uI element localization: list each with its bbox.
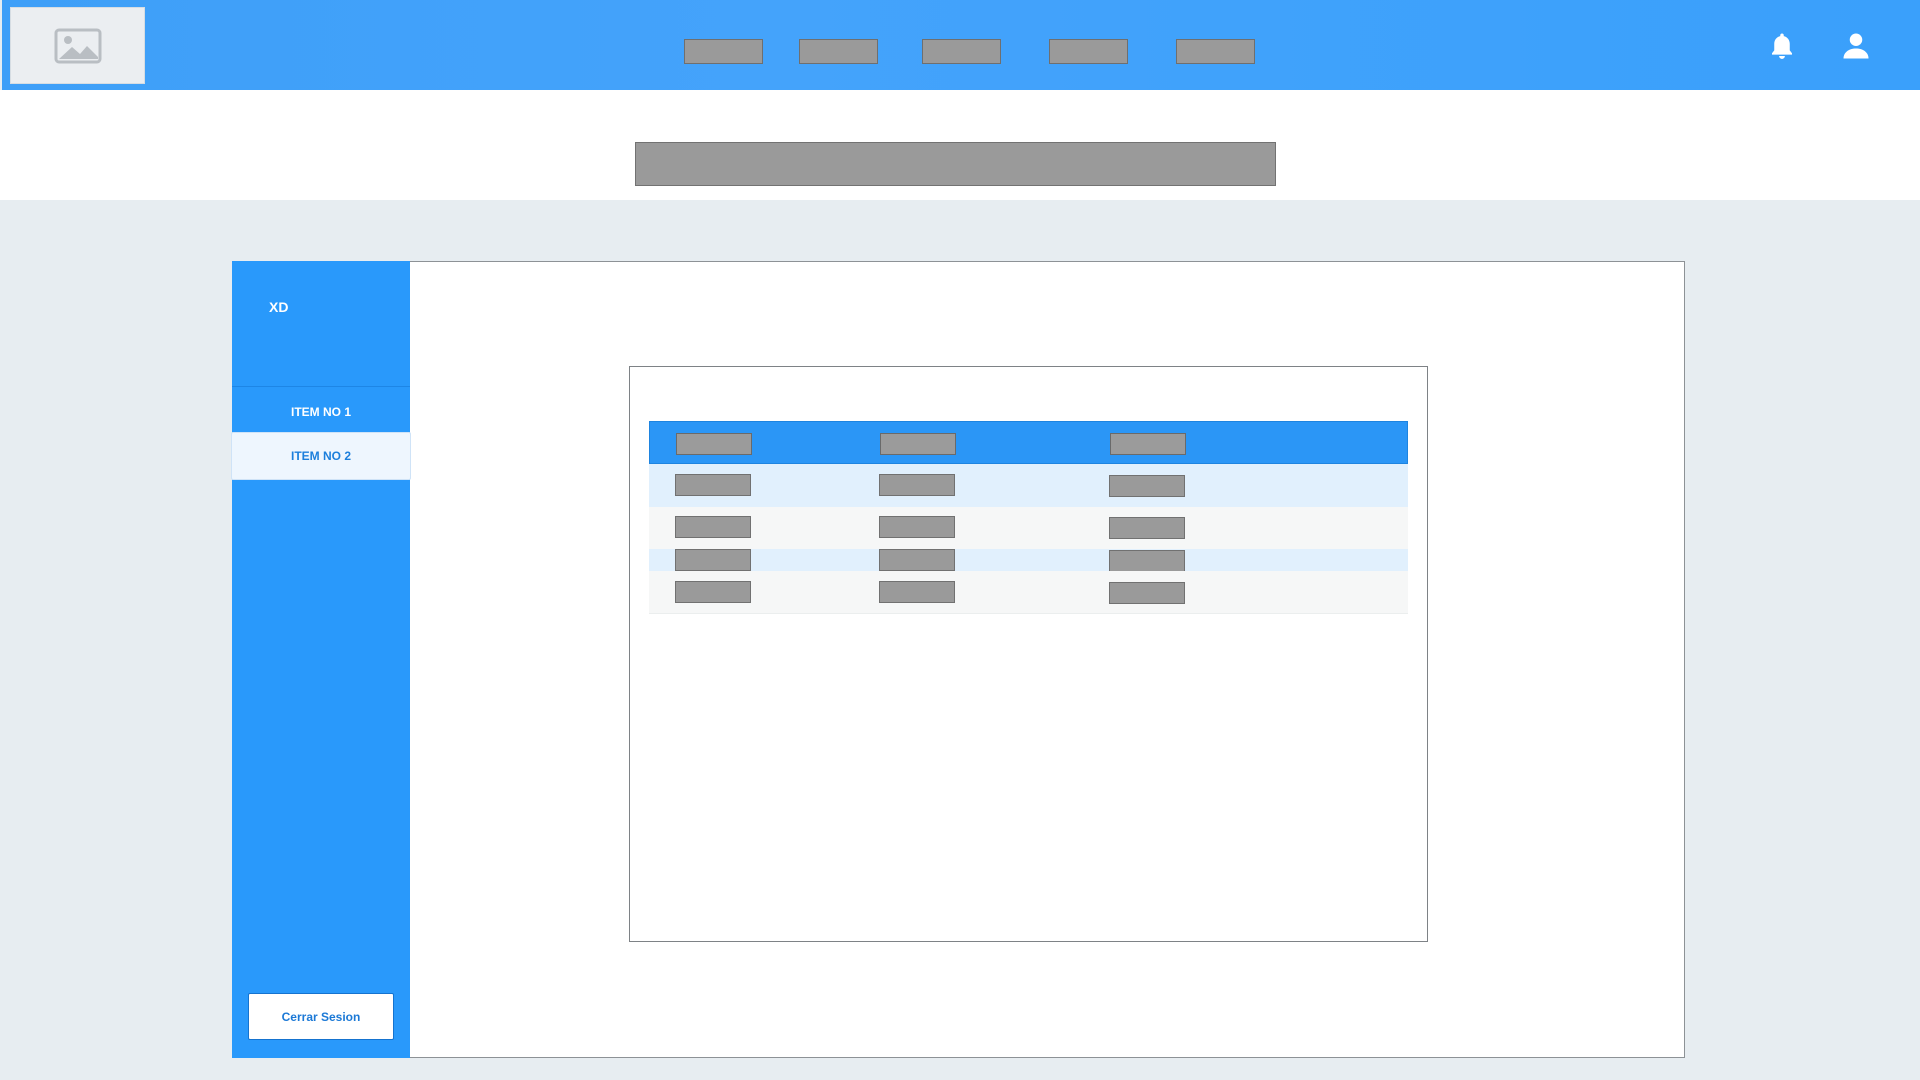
table-cell <box>675 549 751 571</box>
profile-button[interactable] <box>1838 28 1874 64</box>
table-cell <box>879 474 955 496</box>
table-row[interactable] <box>649 571 1408 614</box>
table-cell <box>879 581 955 603</box>
table-header-cell[interactable] <box>676 433 752 455</box>
table-cell <box>1109 517 1185 539</box>
sidebar-item-1[interactable]: ITEM NO 1 <box>232 388 410 436</box>
page-title <box>635 142 1276 186</box>
table-cell <box>1109 475 1185 497</box>
sidebar: XD ITEM NO 1 ITEM NO 2 Cerrar Sesion <box>231 261 411 1058</box>
table-row[interactable] <box>649 507 1408 549</box>
sidebar-item-2[interactable]: ITEM NO 2 <box>231 432 411 480</box>
table-cell <box>675 581 751 603</box>
table-row[interactable] <box>649 549 1408 572</box>
data-table <box>649 421 1408 614</box>
table-cell <box>675 516 751 538</box>
table-header-cell[interactable] <box>880 433 956 455</box>
user-icon <box>1843 33 1869 59</box>
nav-item-4[interactable] <box>1049 39 1128 64</box>
table-row[interactable] <box>649 464 1408 507</box>
table-cell <box>675 474 751 496</box>
bell-icon <box>1772 33 1792 59</box>
nav-item-5[interactable] <box>1176 39 1255 64</box>
table-cell <box>1109 582 1185 604</box>
table-cell <box>1109 550 1185 572</box>
notifications-button[interactable] <box>1764 28 1800 64</box>
table-header-cell[interactable] <box>1110 433 1186 455</box>
nav-item-3[interactable] <box>922 39 1001 64</box>
logout-button[interactable]: Cerrar Sesion <box>248 993 394 1040</box>
sidebar-brand: XD <box>269 299 289 315</box>
image-placeholder-icon <box>54 28 101 63</box>
table-cell <box>879 516 955 538</box>
logo[interactable] <box>10 7 145 84</box>
sidebar-divider <box>232 386 410 387</box>
table-cell <box>879 549 955 571</box>
nav-item-1[interactable] <box>684 39 763 64</box>
table-header <box>649 421 1408 464</box>
nav-item-2[interactable] <box>799 39 878 64</box>
